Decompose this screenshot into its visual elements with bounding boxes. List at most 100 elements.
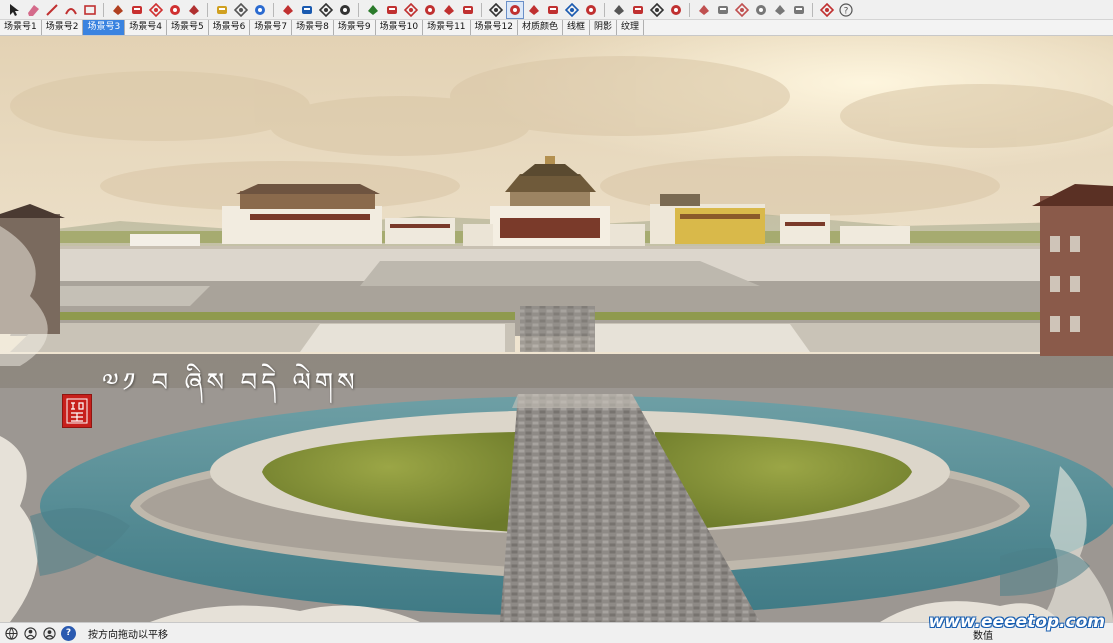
tool-button-back-view[interactable] <box>772 2 788 18</box>
scene-tab-10[interactable]: 场景号10 <box>376 20 424 35</box>
scene-tab-7[interactable]: 场景号7 <box>250 20 293 35</box>
status-hint: 按方向拖动以平移 <box>88 629 168 641</box>
tool-button-section-plane[interactable] <box>384 2 400 18</box>
scene-tab-13[interactable]: 材质颜色 <box>518 20 563 35</box>
toolbar-separator <box>481 2 482 17</box>
toolbar-separator <box>604 2 605 17</box>
scene-tab-3[interactable]: 场景号3 <box>83 20 126 35</box>
tool-button-eraser[interactable] <box>25 2 41 18</box>
right-view-icon <box>755 4 766 15</box>
push-pull-icon <box>112 4 123 15</box>
main-toolbar: ? <box>0 0 1113 20</box>
zoom-icon <box>318 2 333 17</box>
credits-icon[interactable] <box>23 626 38 641</box>
scene-tab-4[interactable]: 场景号4 <box>125 20 167 35</box>
tool-button-arc[interactable] <box>63 2 79 18</box>
tool-button-paint-bucket[interactable] <box>252 2 268 18</box>
toolbar-separator <box>273 2 274 17</box>
iso-view-icon <box>698 4 709 15</box>
tool-button-warehouse[interactable] <box>403 2 419 18</box>
tool-button-extension[interactable] <box>422 2 438 18</box>
tool-button-front-view[interactable] <box>734 2 750 18</box>
binoculars-icon <box>462 5 473 14</box>
redo-icon <box>649 2 664 17</box>
toolbar-separator <box>358 2 359 17</box>
scene-tab-11[interactable]: 场景号11 <box>423 20 471 35</box>
tool-button-help[interactable]: ? <box>838 2 854 18</box>
select-icon <box>9 3 19 16</box>
tool-button-scale[interactable] <box>186 2 202 18</box>
tool-button-flag[interactable] <box>668 2 684 18</box>
tool-button-right-view[interactable] <box>753 2 769 18</box>
tool-button-tape-measure[interactable] <box>214 2 230 18</box>
tool-button-top-view[interactable] <box>715 2 731 18</box>
tool-button-previous-view[interactable] <box>505 0 524 19</box>
follow-me-icon <box>131 5 142 14</box>
tool-button-pencil-line[interactable] <box>44 2 60 18</box>
tool-button-zoom[interactable] <box>318 2 334 18</box>
geo-location-icon[interactable] <box>4 626 19 641</box>
tool-button-pan[interactable] <box>299 2 315 18</box>
top-view-icon <box>717 5 728 14</box>
tool-button-walk[interactable] <box>545 2 561 18</box>
tool-button-redo[interactable] <box>649 2 665 18</box>
tool-button-position-camera[interactable] <box>583 2 599 18</box>
tool-button-follow-me[interactable] <box>129 2 145 18</box>
tool-button-move[interactable] <box>148 2 164 18</box>
tool-button-zoom-extents[interactable] <box>337 2 353 18</box>
tool-button-share-model[interactable] <box>441 2 457 18</box>
rotate-icon <box>169 4 180 15</box>
tool-button-binoculars[interactable] <box>460 2 476 18</box>
zoom-window-icon <box>488 2 503 17</box>
scene-tab-15[interactable]: 阴影 <box>590 20 618 35</box>
pan-icon <box>301 5 312 14</box>
scene-tab-14[interactable]: 线框 <box>563 20 590 35</box>
tool-button-select[interactable] <box>6 2 22 18</box>
rectangle-icon <box>83 4 96 15</box>
tool-button-sandbox[interactable] <box>611 2 627 18</box>
help-icon: ? <box>838 2 853 17</box>
tool-button-left-view[interactable] <box>791 2 807 18</box>
left-view-icon <box>793 5 804 14</box>
tool-button-orbit[interactable] <box>280 2 296 18</box>
red-seal-stamp <box>62 394 92 428</box>
scene-tab-12[interactable]: 场景号12 <box>471 20 518 35</box>
scene-tab-1[interactable]: 场景号1 <box>0 20 42 35</box>
scene-tab-5[interactable]: 场景号5 <box>167 20 209 35</box>
tool-button-solid-style[interactable] <box>819 2 835 18</box>
sandbox-icon <box>613 4 624 15</box>
tool-button-text[interactable] <box>233 2 249 18</box>
tool-button-rectangle[interactable] <box>82 2 98 18</box>
toolbar-separator <box>812 2 813 17</box>
scene-tab-16[interactable]: 纹理 <box>617 20 645 35</box>
tool-button-zoom-window[interactable] <box>488 2 504 18</box>
pencil-line-icon <box>45 3 58 16</box>
eraser-icon <box>27 4 39 16</box>
walk-icon <box>547 5 558 14</box>
orbit-icon <box>282 4 293 15</box>
model-viewport[interactable]: ༧༡ བ ཞིས བདེ ལེགས <box>0 36 1113 622</box>
tool-button-component[interactable] <box>365 2 381 18</box>
solid-style-icon <box>819 2 834 17</box>
scene-tabs: 场景号1 场景号2 场景号3 场景号4 场景号5 场景号6 场景号7 场景号8 场景号9 场景号1… <box>0 20 1113 36</box>
tool-button-next-view[interactable] <box>526 2 542 18</box>
scene-tab-2[interactable]: 场景号2 <box>42 20 84 35</box>
tool-button-rotate[interactable] <box>167 2 183 18</box>
scene-tab-9[interactable]: 场景号9 <box>334 20 376 35</box>
tool-button-push-pull[interactable] <box>110 2 126 18</box>
toolbar-separator <box>689 2 690 17</box>
section-plane-icon <box>386 5 397 14</box>
tool-button-iso-view[interactable] <box>696 2 712 18</box>
toolbar-separator <box>103 2 104 17</box>
tape-measure-icon <box>216 5 227 14</box>
tool-button-undo[interactable] <box>630 2 646 18</box>
zoom-extents-icon <box>339 4 350 15</box>
paint-bucket-icon <box>254 4 265 15</box>
scene-tab-8[interactable]: 场景号8 <box>292 20 334 35</box>
help-circle-icon[interactable]: ? <box>61 625 76 641</box>
tool-button-look-around[interactable] <box>564 2 580 18</box>
scene-tab-6[interactable]: 场景号6 <box>209 20 251 35</box>
component-icon <box>367 4 378 15</box>
warehouse-icon <box>403 2 418 17</box>
user-account-icon[interactable] <box>42 626 57 641</box>
